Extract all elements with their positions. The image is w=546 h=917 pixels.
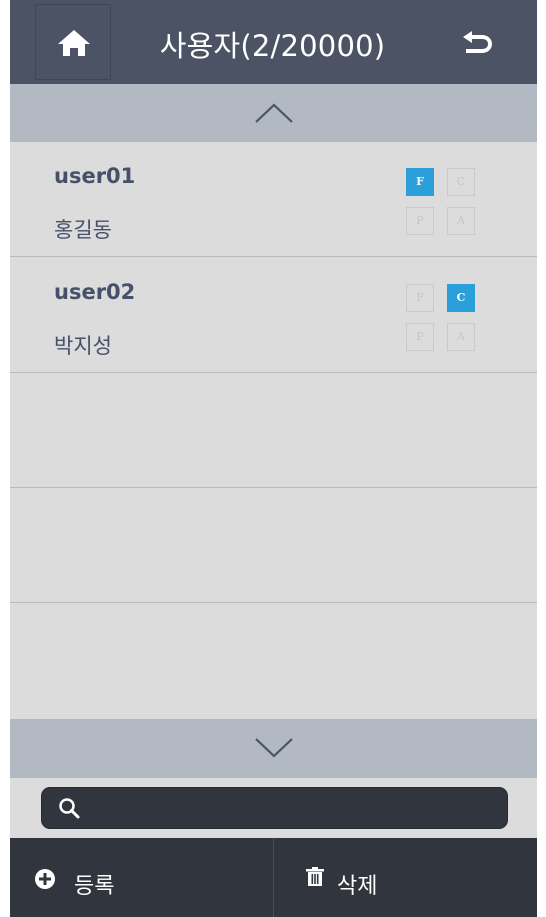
badge-password: P (406, 323, 434, 351)
badge-admin: A (447, 207, 475, 235)
empty-row (10, 603, 537, 718)
user-name: 박지성 (54, 334, 112, 358)
scroll-down-button[interactable] (10, 719, 537, 778)
badge-card: C (447, 168, 475, 196)
user-id: user02 (54, 280, 136, 304)
page-title: 사용자(2/20000) (159, 29, 386, 63)
header-bar: 사용자(2/20000) (10, 0, 537, 84)
delete-label: 삭제 (337, 874, 378, 899)
search-box[interactable] (41, 787, 508, 829)
user-list-screen: 사용자(2/20000) user01 홍길동 F C P A user02 박… (10, 0, 537, 917)
chevron-up-icon (255, 103, 293, 123)
badge-fingerprint: F (406, 168, 434, 196)
empty-row (10, 488, 537, 603)
delete-button[interactable]: 삭제 (274, 838, 537, 917)
bottom-action-bar: 등록 삭제 (10, 838, 537, 917)
search-input[interactable] (88, 794, 492, 824)
home-icon (58, 30, 90, 56)
search-icon (59, 798, 80, 819)
badge-password: P (406, 207, 434, 235)
register-button[interactable]: 등록 (10, 838, 273, 917)
user-name: 홍길동 (54, 218, 112, 242)
badge-fingerprint: F (406, 284, 434, 312)
user-list: user01 홍길동 F C P A user02 박지성 F C P A (10, 142, 537, 719)
scroll-up-button[interactable] (10, 84, 537, 142)
register-label: 등록 (74, 874, 115, 899)
badge-admin: A (447, 323, 475, 351)
back-button[interactable] (440, 4, 516, 80)
search-area (10, 778, 537, 838)
user-id: user01 (54, 164, 136, 188)
plus-circle-icon (35, 869, 55, 889)
user-row[interactable]: user01 홍길동 F C P A (10, 142, 537, 257)
empty-row (10, 373, 537, 488)
home-button[interactable] (35, 4, 111, 80)
user-row[interactable]: user02 박지성 F C P A (10, 258, 537, 373)
badge-card: C (447, 284, 475, 312)
chevron-down-icon (255, 738, 293, 758)
trash-icon (306, 867, 324, 886)
undo-arrow-icon (463, 31, 492, 53)
